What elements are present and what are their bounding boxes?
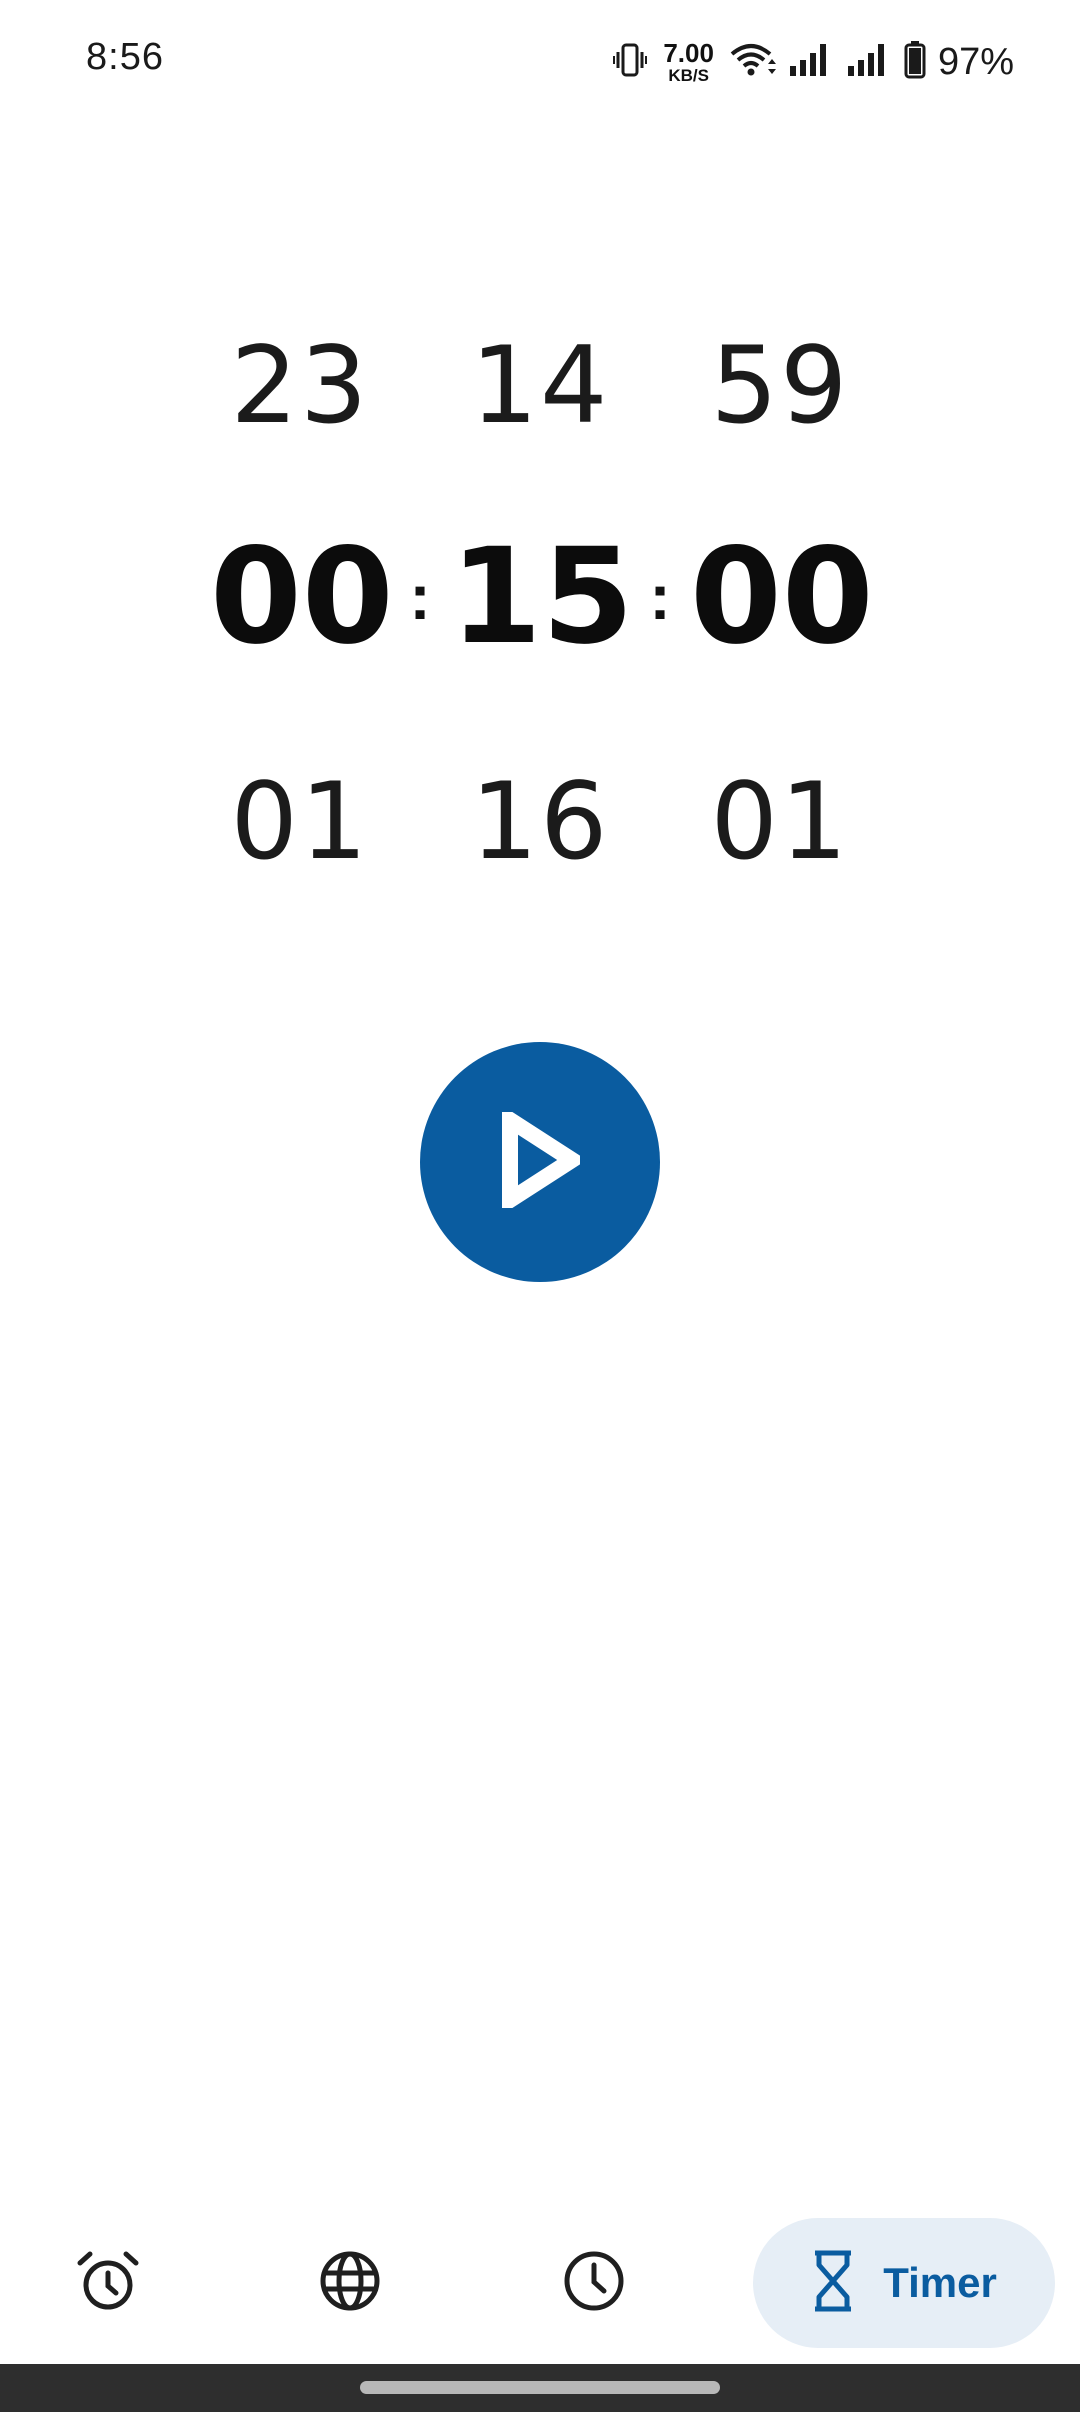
status-bar: 8:56 7.00 KB/S 97% [0,0,1080,120]
seconds-current[interactable]: 00 [690,520,874,674]
network-speed-value: 7.00 [663,38,714,68]
play-icon [500,1104,587,1215]
home-gesture-handle[interactable] [360,2381,720,2394]
nav-alarm[interactable] [48,2218,168,2348]
signal-icon [846,42,892,83]
hours-previous[interactable]: 23 [210,324,390,447]
bottom-navigation: Timer [0,2200,1080,2364]
hours-current[interactable]: 00 [210,520,394,674]
battery-percent: 97% [937,40,1014,83]
clock-icon [562,2249,626,2318]
hourglass-icon [811,2249,855,2318]
vibrate-icon [613,42,648,83]
nav-timer-label: Timer [883,2259,997,2306]
globe-icon [318,2249,382,2318]
battery-icon [904,40,926,84]
minutes-current[interactable]: 15 [450,520,634,674]
time-separator: : [649,561,671,633]
hours-next[interactable]: 01 [210,760,390,883]
minutes-previous[interactable]: 14 [450,324,630,447]
gesture-navigation-bar [0,2364,1080,2412]
nav-timer[interactable]: Timer [753,2218,1055,2348]
nav-clock[interactable] [534,2218,654,2348]
minutes-next[interactable]: 16 [450,760,630,883]
alarm-icon [76,2249,140,2318]
time-separator: : [409,561,431,633]
network-speed-unit: KB/S [668,66,709,85]
status-icons: 7.00 KB/S 97% [613,38,1014,86]
signal-icon [788,42,834,83]
nav-world-clock[interactable] [290,2218,410,2348]
seconds-previous[interactable]: 59 [690,324,870,447]
start-timer-button[interactable] [420,1042,660,1282]
network-speed: 7.00 KB/S [663,40,714,84]
status-time: 8:56 [86,36,164,78]
wifi-icon [730,42,776,83]
seconds-next[interactable]: 01 [690,760,870,883]
